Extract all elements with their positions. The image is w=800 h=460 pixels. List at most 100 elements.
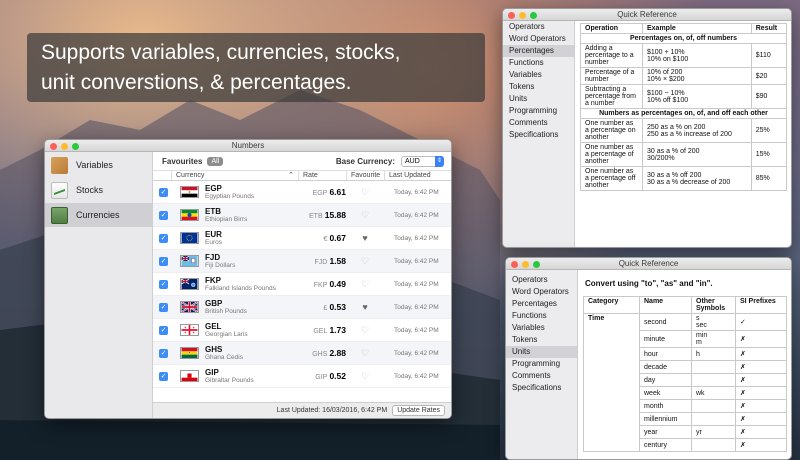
table-row[interactable]: ✓ GEL Georgian Laris GEL 1.73 ♡ Today, 6:… [153,319,451,342]
sort-up-icon: ⌃ [288,172,294,179]
currency-list: ✓ EGP Egyptian Pounds EGP 6.61 ♡ Today, 6… [153,181,451,388]
sidebar-item-operators[interactable]: Operators [503,21,574,33]
sidebar-item-units[interactable]: Units [506,346,577,358]
heart-outline-icon[interactable]: ♡ [346,187,384,198]
column-header-operation: Operation [580,23,643,34]
row-checkbox[interactable]: ✓ [159,187,168,197]
column-header-last-updated[interactable]: Last Updated [385,171,451,180]
sidebar-item-label: Stocks [76,185,104,195]
row-checkbox[interactable]: ✓ [159,210,168,220]
minimize-window-button[interactable] [61,143,68,150]
currency-code: ETB [205,207,221,216]
ghana-flag-icon [180,347,199,359]
minimize-window-button[interactable] [519,12,526,19]
currency-name: Fiji Dollars [205,262,236,269]
table-row[interactable]: ✓ FKP Falkland Islands Pounds FKP 0.49 ♡ … [153,273,451,296]
currency-rate: € 0.67 [323,233,346,243]
sidebar-item-percentages[interactable]: Percentages [506,298,577,310]
sidebar-item-functions[interactable]: Functions [506,310,577,322]
table-row[interactable]: ✓ EUR Euros € 0.67 ♥ Today, 6:42 PM [153,227,451,250]
sidebar-item-programming[interactable]: Programming [503,105,574,117]
close-window-button[interactable] [511,261,518,268]
column-header-currency[interactable]: Currency ⌃ [172,171,299,180]
heart-outline-icon[interactable]: ♡ [346,279,384,290]
table-row: One number as a percentage of another 30… [580,142,788,167]
column-header-result: Result [750,23,788,34]
heart-outline-icon[interactable]: ♡ [346,210,384,221]
zoom-window-button[interactable] [530,12,537,19]
heart-outline-icon[interactable]: ♡ [346,348,384,359]
georgia-flag-icon [180,324,199,336]
base-currency-label: Base Currency: [335,156,395,166]
sidebar-item-label: Currencies [76,210,120,220]
table-row[interactable]: ✓ FJD Fiji Dollars FJD 1.58 ♡ Today, 6:42… [153,250,451,273]
sidebar-item-word-operators[interactable]: Word Operators [503,33,574,45]
table-row[interactable]: ✓ GBP British Pounds £ 0.53 ♥ Today, 6:42… [153,296,451,319]
sidebar-item-comments[interactable]: Comments [503,117,574,129]
promo-line-1: Supports variables, currencies, stocks, [41,41,401,64]
row-checkbox[interactable]: ✓ [159,279,168,289]
sidebar-item-operators[interactable]: Operators [506,274,577,286]
row-checkbox[interactable]: ✓ [159,302,168,312]
table-row[interactable]: ✓ EGP Egyptian Pounds EGP 6.61 ♡ Today, 6… [153,181,451,204]
zoom-window-button[interactable] [72,143,79,150]
currency-rate: GHS 2.88 [312,348,346,358]
column-header-example: Example [642,23,752,34]
sidebar-item-functions[interactable]: Functions [503,57,574,69]
column-header-favourite[interactable]: Favourite [347,171,385,180]
numbers-titlebar[interactable]: Numbers [45,140,451,152]
quick-reference-titlebar[interactable]: Quick Reference [503,9,791,21]
column-header-check[interactable] [153,171,172,180]
sidebar-item-units[interactable]: Units [503,93,574,105]
last-updated: Today, 6:42 PM [394,257,439,265]
heart-outline-icon[interactable]: ♡ [346,371,384,382]
sidebar-item-variables[interactable]: Variables [506,322,577,334]
base-currency-select[interactable]: AUD ⇕ [401,155,444,167]
sidebar-item-programming[interactable]: Programming [506,358,577,370]
row-checkbox[interactable]: ✓ [159,233,168,243]
table-row: One number as a percentage off another 3… [580,166,788,191]
heart-filled-icon[interactable]: ♥ [346,302,384,312]
close-window-button[interactable] [50,143,57,150]
heart-outline-icon[interactable]: ♡ [346,325,384,336]
table-row: Subtracting a percentage from a number $… [580,84,788,109]
sidebar-item-variables[interactable]: Variables [503,69,574,81]
sidebar-item-tokens[interactable]: Tokens [503,81,574,93]
minimize-window-button[interactable] [522,261,529,268]
sidebar-item-comments[interactable]: Comments [506,370,577,382]
currency-name: Ethiopian Birrs [205,216,248,223]
row-checkbox[interactable]: ✓ [159,371,168,381]
row-checkbox[interactable]: ✓ [159,256,168,266]
row-checkbox[interactable]: ✓ [159,325,168,335]
currency-name: Euros [205,239,222,246]
currency-name: Gibraltar Pounds [205,377,254,384]
quick-reference-titlebar[interactable]: Quick Reference [506,258,791,270]
sidebar-item-specifications[interactable]: Specifications [503,129,574,141]
table-row[interactable]: ✓ GHS Ghana Cedis GHS 2.88 ♡ Today, 6:42 … [153,342,451,365]
eu-flag-icon [180,232,199,244]
sidebar-item-tokens[interactable]: Tokens [506,334,577,346]
sidebar-item-stocks[interactable]: Stocks [45,178,152,202]
sidebar-item-percentages[interactable]: Percentages [503,45,574,57]
heart-filled-icon[interactable]: ♥ [346,233,384,243]
sidebar-item-word-operators[interactable]: Word Operators [506,286,577,298]
sidebar-item-currencies[interactable]: Currencies [45,203,152,227]
all-filter-button[interactable]: All [207,156,224,166]
currency-rate: EGP 6.61 [312,187,346,197]
sidebar-item-variables[interactable]: Variables [45,153,152,177]
close-window-button[interactable] [508,12,515,19]
sidebar-item-specifications[interactable]: Specifications [506,382,577,394]
currency-name: Ghana Cedis [205,354,243,361]
sidebar-item-label: Variables [76,160,113,170]
quick-reference-window-units: Quick Reference Operators Word Operators… [505,257,792,460]
currency-rate: £ 0.53 [323,302,346,312]
table-row[interactable]: ✓ ETB Ethiopian Birrs ETB 15.88 ♡ Today, … [153,204,451,227]
zoom-window-button[interactable] [533,261,540,268]
heart-outline-icon[interactable]: ♡ [346,256,384,267]
table-row[interactable]: ✓ GIP Gibraltar Pounds GIP 0.52 ♡ Today, … [153,365,451,388]
update-rates-button[interactable]: Update Rates [392,405,445,416]
units-table: Category Name Other Symbols SI Prefixes … [583,296,787,452]
column-header-rate[interactable]: Rate [299,171,347,180]
row-checkbox[interactable]: ✓ [159,348,168,358]
currency-rate: FKP 0.49 [313,279,346,289]
